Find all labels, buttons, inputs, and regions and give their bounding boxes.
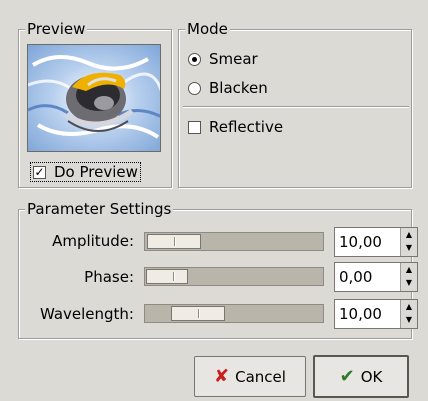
spin-down-icon[interactable]: ▼ bbox=[401, 276, 417, 289]
radio-smear-label: Smear bbox=[209, 50, 258, 68]
spin-up-icon[interactable]: ▲ bbox=[401, 228, 417, 241]
cancel-label: Cancel bbox=[235, 367, 286, 386]
cancel-icon: ✘ bbox=[214, 366, 230, 387]
radio-blacken[interactable]: Blacken bbox=[188, 79, 268, 97]
mode-title: Mode bbox=[185, 20, 230, 38]
parameter-settings-title: Parameter Settings bbox=[25, 200, 174, 218]
phase-slider-thumb[interactable] bbox=[146, 269, 188, 284]
ok-icon: ✔ bbox=[339, 366, 355, 387]
spin-down-icon[interactable]: ▼ bbox=[401, 313, 417, 326]
phase-spinbutton[interactable]: 0,00 ▲ ▼ bbox=[334, 262, 418, 292]
amplitude-slider[interactable] bbox=[144, 232, 324, 251]
wavelength-slider[interactable] bbox=[144, 304, 324, 323]
reflective-check-icon bbox=[188, 120, 201, 134]
wavelength-spin-arrows[interactable]: ▲ ▼ bbox=[400, 300, 417, 328]
radio-unselected-icon bbox=[188, 81, 201, 95]
phase-slider[interactable] bbox=[144, 267, 324, 286]
reflective-label: Reflective bbox=[209, 118, 284, 136]
amplitude-spinbutton[interactable]: 10,00 ▲ ▼ bbox=[334, 227, 418, 257]
radio-selected-icon bbox=[188, 52, 201, 66]
amplitude-value: 10,00 bbox=[339, 233, 382, 251]
wavelength-spinbutton[interactable]: 10,00 ▲ ▼ bbox=[334, 299, 418, 329]
radio-smear[interactable]: Smear bbox=[188, 50, 258, 68]
wavelength-label: Wavelength: bbox=[39, 305, 134, 323]
ok-label: OK bbox=[360, 367, 383, 386]
amplitude-spin-arrows[interactable]: ▲ ▼ bbox=[400, 228, 417, 256]
wavelength-slider-thumb[interactable] bbox=[171, 306, 225, 321]
preview-image bbox=[27, 44, 161, 152]
do-preview-label: Do Preview bbox=[54, 163, 138, 181]
amplitude-slider-thumb[interactable] bbox=[147, 234, 201, 249]
reflective-checkbox[interactable]: Reflective bbox=[188, 118, 283, 136]
amplitude-label: Amplitude: bbox=[52, 232, 134, 250]
spin-up-icon[interactable]: ▲ bbox=[401, 300, 417, 313]
do-preview-check-icon: ✓ bbox=[33, 164, 46, 179]
mode-separator bbox=[183, 106, 409, 108]
preview-title: Preview bbox=[25, 20, 88, 38]
ok-button[interactable]: ✔ OK bbox=[313, 355, 409, 398]
phase-label: Phase: bbox=[84, 268, 134, 286]
radio-blacken-label: Blacken bbox=[209, 79, 268, 97]
spin-up-icon[interactable]: ▲ bbox=[401, 263, 417, 276]
cancel-button[interactable]: ✘ Cancel bbox=[194, 356, 306, 397]
phase-value: 0,00 bbox=[339, 268, 373, 286]
wavelength-value: 10,00 bbox=[339, 305, 382, 323]
do-preview-checkbox[interactable]: ✓ Do Preview bbox=[30, 162, 141, 182]
phase-spin-arrows[interactable]: ▲ ▼ bbox=[400, 263, 417, 291]
spin-down-icon[interactable]: ▼ bbox=[401, 241, 417, 254]
